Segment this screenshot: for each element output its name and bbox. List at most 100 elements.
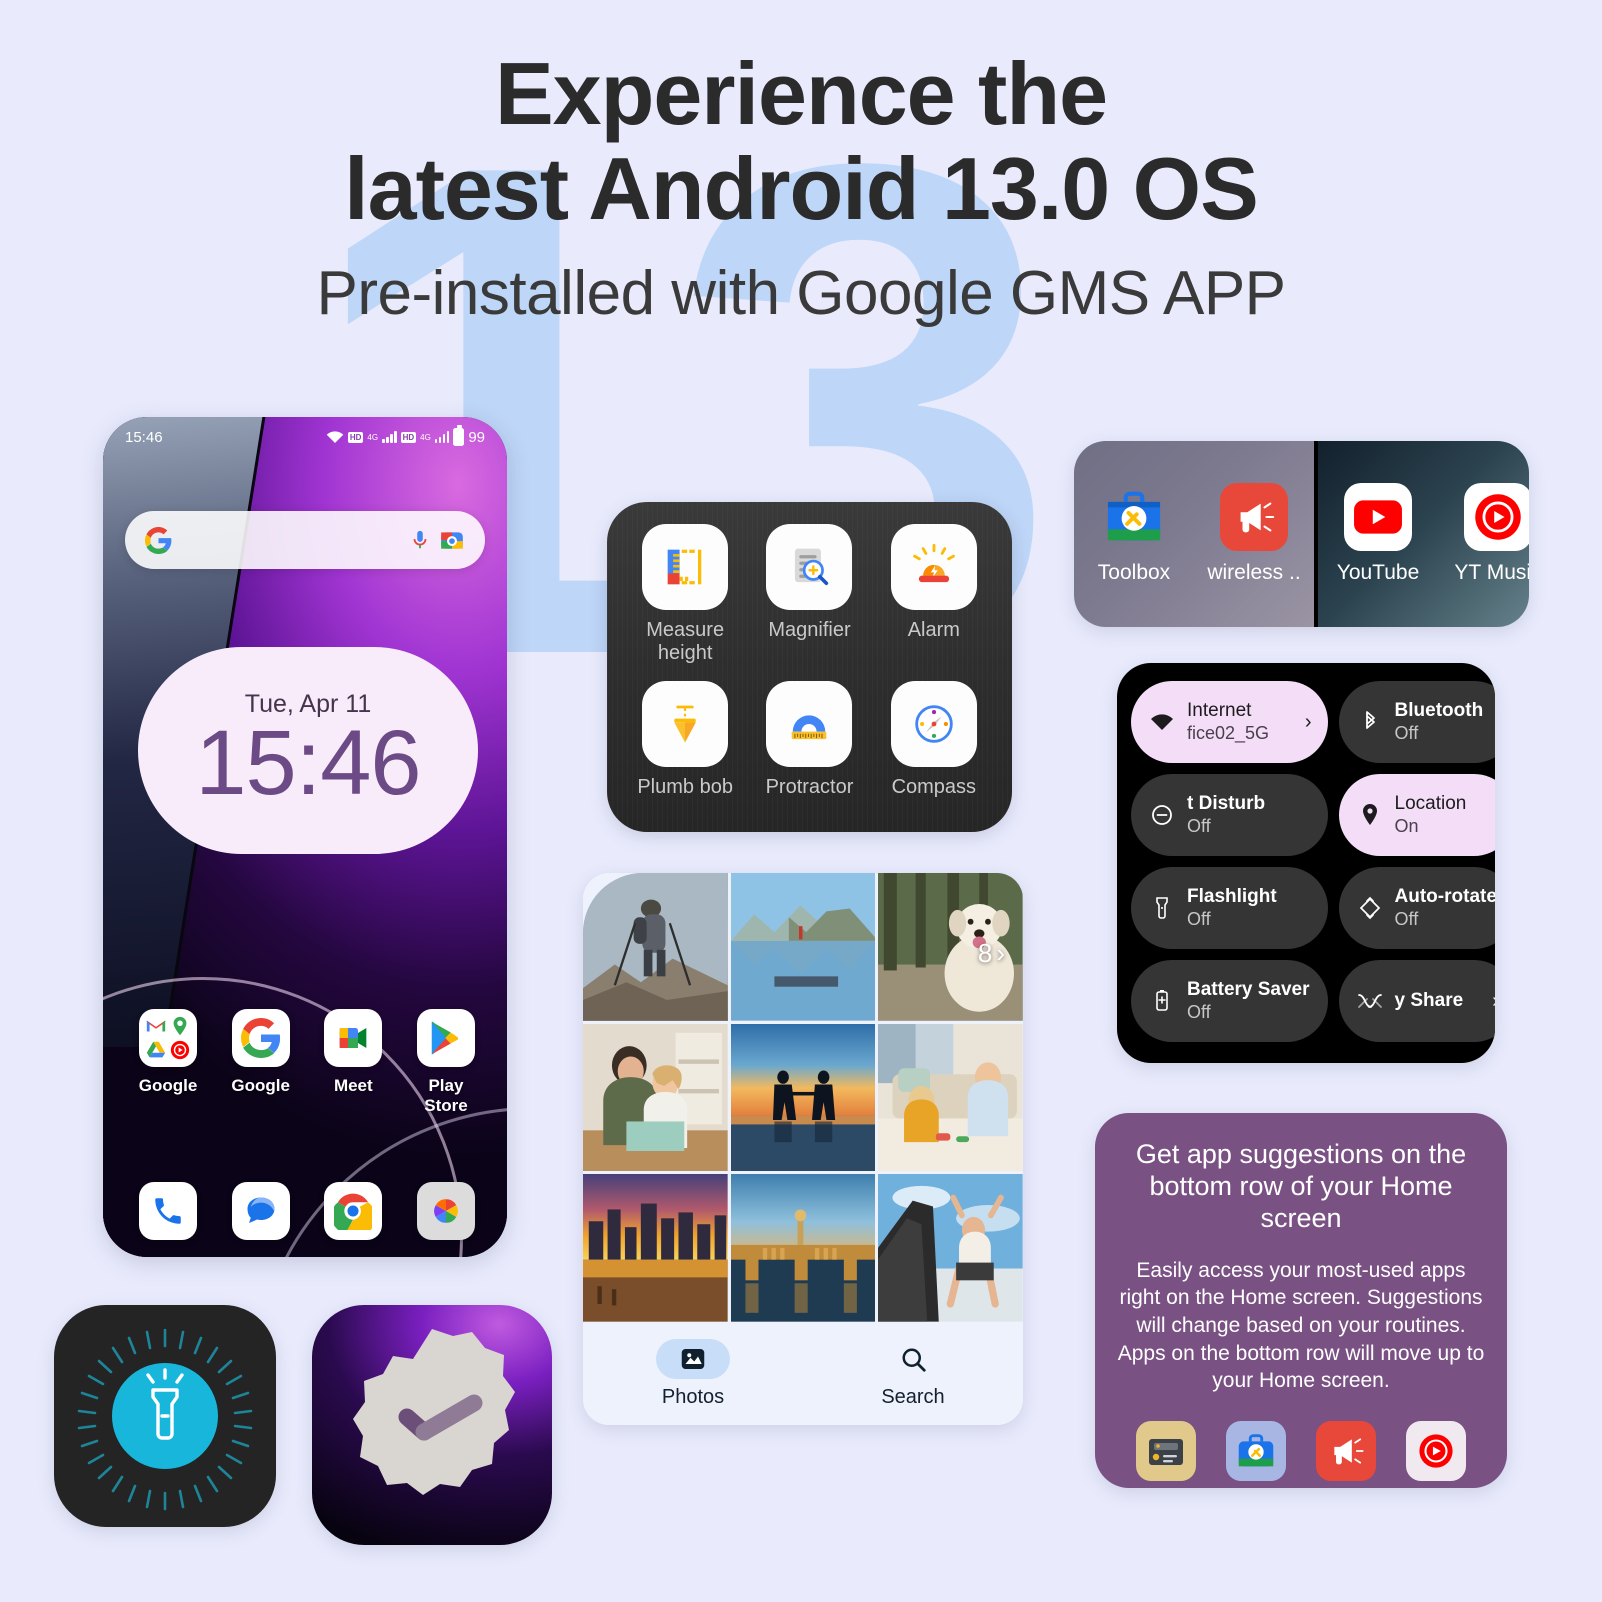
shortcut-youtube[interactable]: YouTube bbox=[1318, 483, 1438, 585]
app-row-1: Google Google Meet Play Store bbox=[127, 1009, 487, 1116]
messages-icon bbox=[231, 1182, 290, 1240]
microphone-icon[interactable] bbox=[409, 526, 431, 554]
chevron-right-icon[interactable]: › bbox=[1305, 711, 1312, 734]
tool-label: Magnifier bbox=[768, 619, 851, 641]
photo-cell[interactable] bbox=[730, 873, 876, 1021]
photo-cell[interactable]: 8 › bbox=[878, 873, 1023, 1021]
quick-settings-panel: Internet fice02_5G › Bluetooth Off t Dis… bbox=[1117, 663, 1495, 1063]
toolbox-icon[interactable] bbox=[1226, 1421, 1286, 1482]
qs-tile-title: Auto-rotate bbox=[1394, 886, 1495, 908]
tab-photos-pill bbox=[656, 1338, 730, 1379]
dock-app-chrome[interactable] bbox=[312, 1182, 394, 1240]
tab-photos-label: Photos bbox=[661, 1385, 725, 1408]
net-type-1: 4G bbox=[367, 432, 379, 442]
qs-tile-battery-saver[interactable]: Battery Saver Off bbox=[1131, 960, 1328, 1042]
suggestions-title: Get app suggestions on the bottom row of… bbox=[1135, 1139, 1467, 1233]
photo-cell[interactable] bbox=[583, 1174, 728, 1322]
radio-icon[interactable] bbox=[1136, 1421, 1196, 1482]
google-g-icon bbox=[145, 526, 172, 554]
photo-grid: 8 › bbox=[583, 873, 1023, 1322]
photos-gallery-panel: 8 › Photos Search bbox=[583, 873, 1023, 1425]
tab-search[interactable]: Search bbox=[876, 1339, 950, 1409]
couple-beach-photo bbox=[730, 1023, 876, 1172]
shortcut-label: YouTube bbox=[1336, 561, 1420, 584]
qs-tile-text: Flashlight Off bbox=[1187, 886, 1277, 930]
signal-bars-1 bbox=[382, 431, 397, 443]
youtube-music-icon[interactable] bbox=[1406, 1421, 1466, 1482]
bluetooth-icon bbox=[1357, 710, 1383, 734]
google-meet-icon bbox=[324, 1009, 383, 1067]
phone-icon bbox=[139, 1182, 197, 1240]
dock-app-phone[interactable] bbox=[127, 1182, 209, 1240]
photo-cell[interactable] bbox=[583, 873, 728, 1021]
photo-cell[interactable] bbox=[878, 1174, 1023, 1322]
qs-tile-flashlight[interactable]: Flashlight Off bbox=[1131, 867, 1328, 949]
status-bar-time: 15:46 bbox=[125, 428, 163, 446]
status-bar: 15:46 HD 4G HD 4G 99 bbox=[103, 423, 507, 451]
tool-alarm[interactable]: Alarm bbox=[872, 524, 996, 665]
net-type-2: 4G bbox=[420, 432, 431, 442]
google-lens-icon[interactable] bbox=[439, 527, 465, 553]
google-search-bar[interactable] bbox=[125, 511, 485, 569]
flashlight-widget[interactable] bbox=[54, 1305, 276, 1527]
qs-tile-title: Location bbox=[1394, 793, 1467, 815]
gallery-tabbar: Photos Search bbox=[583, 1322, 1023, 1425]
photo-cell[interactable] bbox=[730, 1023, 876, 1172]
qs-tile-subtitle: Off bbox=[1187, 815, 1211, 836]
headline-line-2: latest Android 13.0 OS bbox=[344, 139, 1259, 239]
gmail-icon bbox=[146, 1020, 166, 1032]
auto-rotate-icon bbox=[1357, 896, 1383, 920]
photo-cell[interactable] bbox=[878, 1023, 1023, 1172]
qs-tile-bluetooth[interactable]: Bluetooth Off bbox=[1338, 681, 1495, 763]
location-pin-icon bbox=[1357, 803, 1383, 827]
shortcut-toolbox[interactable]: Toolbox bbox=[1074, 483, 1194, 585]
tool-label: Plumb bob bbox=[637, 776, 733, 798]
qs-tile-text: Location On bbox=[1395, 793, 1467, 837]
app-meet[interactable]: Meet bbox=[312, 1009, 394, 1116]
hd-badge-1: HD bbox=[347, 431, 364, 443]
shortcut-wireless[interactable]: wireless .. bbox=[1194, 483, 1314, 585]
tool-measure-height[interactable]: Measure height bbox=[623, 524, 747, 665]
tool-plumb-bob[interactable]: Plumb bob bbox=[623, 681, 747, 799]
shortcut-label: wireless .. bbox=[1207, 561, 1301, 584]
app-label: Google bbox=[138, 1076, 198, 1095]
youtube-music-icon bbox=[170, 1040, 190, 1060]
family-living-room-photo bbox=[878, 1023, 1023, 1172]
photo-cell[interactable] bbox=[730, 1174, 876, 1322]
photo-cell[interactable] bbox=[583, 1023, 728, 1172]
google-g-icon bbox=[231, 1009, 290, 1067]
qs-tile-location[interactable]: Location On bbox=[1338, 774, 1495, 856]
qs-tile-do-not-disturb[interactable]: t Disturb Off bbox=[1131, 774, 1328, 856]
camera-icon bbox=[416, 1182, 475, 1240]
app-google[interactable]: Google bbox=[220, 1009, 302, 1116]
tools-folder-panel: Measure height Magnifier Alarm Plumb bob… bbox=[607, 502, 1012, 832]
lake-photo bbox=[730, 873, 876, 1021]
tool-protractor[interactable]: Protractor bbox=[747, 681, 871, 799]
siren-icon bbox=[890, 524, 977, 610]
father-daughter-photo bbox=[583, 1023, 728, 1172]
suggestions-body: Easily access your most-used apps right … bbox=[1117, 1258, 1485, 1393]
tab-photos[interactable]: Photos bbox=[656, 1338, 730, 1409]
home-app-grid: Google Google Meet Play Store bbox=[127, 1009, 487, 1116]
qs-tile-internet[interactable]: Internet fice02_5G › bbox=[1131, 681, 1328, 763]
qs-tile-title: Flashlight bbox=[1187, 886, 1277, 908]
app-play-store[interactable]: Play Store bbox=[405, 1009, 487, 1116]
shortcut-yt-music[interactable]: YT Music bbox=[1438, 483, 1529, 585]
analog-clock-widget[interactable] bbox=[312, 1305, 552, 1545]
photo-count-badge[interactable]: 8 › bbox=[978, 938, 1005, 969]
toolbox-icon bbox=[1100, 483, 1168, 551]
tool-compass[interactable]: Compass bbox=[872, 681, 996, 799]
clock-widget[interactable]: Tue, Apr 11 15:46 bbox=[138, 647, 478, 854]
nearby-share-icon bbox=[1357, 991, 1383, 1011]
qs-tile-nearby-share[interactable]: y Share › bbox=[1338, 960, 1495, 1042]
tool-magnifier[interactable]: Magnifier bbox=[747, 524, 871, 665]
drive-icon bbox=[146, 1041, 166, 1058]
flashlight-dial bbox=[77, 1328, 253, 1511]
chevron-right-icon[interactable]: › bbox=[1492, 990, 1495, 1013]
dock-app-messages[interactable] bbox=[220, 1182, 302, 1240]
megaphone-icon[interactable] bbox=[1316, 1421, 1376, 1482]
app-google-folder[interactable]: Google bbox=[127, 1009, 209, 1116]
qs-tile-auto-rotate[interactable]: Auto-rotate Off bbox=[1338, 867, 1495, 949]
clock-widget-time: 15:46 bbox=[195, 711, 421, 814]
dock-app-camera[interactable] bbox=[405, 1182, 487, 1240]
